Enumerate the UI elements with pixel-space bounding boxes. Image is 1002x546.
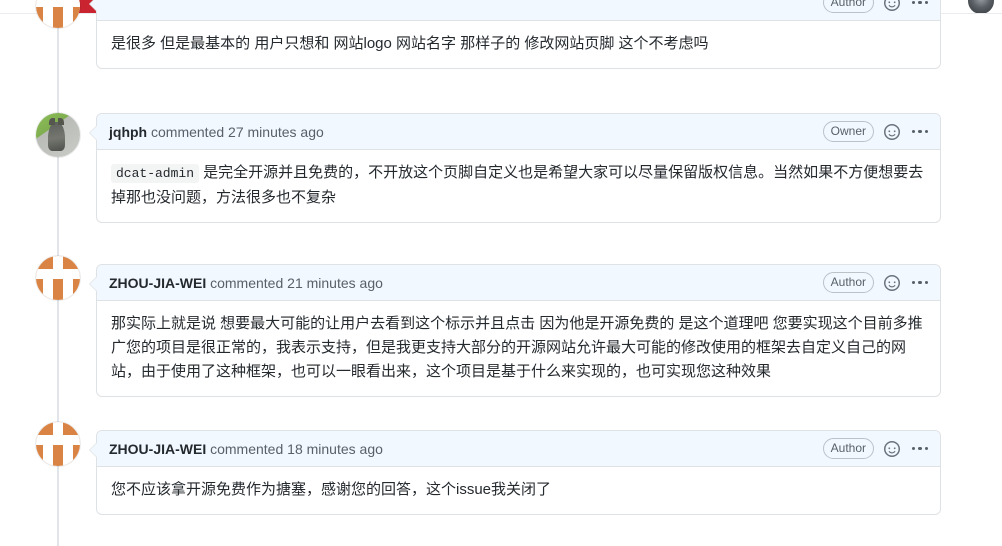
comment-body: 那实际上就是说 想要最大可能的让用户去看到这个标示并且点击 因为他是开源免费的 … [97, 301, 940, 396]
comment-header-actions: Owner [822, 121, 930, 142]
comment-body: 是很多 但是最基本的 用户只想和 网站logo 网站名字 那样子的 修改网站页脚… [97, 21, 940, 68]
comment-bubble: ZHOU-JIA-WEI commented 18 minutes ago Au… [89, 430, 941, 515]
comment-body: 您不应该拿开源免费作为搪塞，感谢您的回答，这个issue我关闭了 [97, 467, 940, 514]
comment-meta: jqhph commented 27 minutes ago [109, 125, 324, 139]
status-badge: Author [822, 0, 874, 13]
status-badge: Author [822, 272, 874, 293]
comment-text: 您不应该拿开源免费作为搪塞，感谢您的回答，这个issue我关闭了 [111, 481, 552, 498]
comment-text: 那实际上就是说 想要最大可能的让用户去看到这个标示并且点击 因为他是开源免费的 … [111, 315, 923, 380]
user-avatar-topbar[interactable] [968, 0, 994, 13]
inline-code: dcat-admin [111, 164, 200, 183]
smiley-icon[interactable] [883, 0, 901, 12]
comment-header-actions: Author [822, 0, 930, 13]
comment-verb: commented [210, 440, 284, 457]
kebab-menu-icon[interactable] [910, 274, 930, 292]
comment-author[interactable]: ZHOU-JIA-WEI [109, 275, 206, 291]
comment-bubble: Author 是很多 但是最基本的 用户只想和 网站logo 网站名字 那样子的… [89, 0, 941, 69]
issue-comments-page: ZHOU-JIA-WEI opened this issue 2 hours a… [0, 0, 1002, 546]
status-badge: Owner [822, 121, 874, 142]
comment-header: jqhph commented 27 minutes ago Owner [97, 114, 940, 150]
kebab-menu-icon[interactable] [910, 440, 930, 458]
comment-verb: commented [210, 274, 284, 291]
smiley-icon[interactable] [883, 274, 901, 292]
avatar[interactable] [36, 256, 80, 300]
avatar[interactable] [36, 422, 80, 466]
comment-timestamp[interactable]: 18 minutes ago [287, 441, 383, 457]
comment-header: Author [97, 0, 940, 21]
comment-text: dcat-admin 是完全开源并且免费的，不开放这个页脚自定义也是希望大家可以… [111, 161, 926, 210]
comment-timestamp[interactable]: 21 minutes ago [287, 275, 383, 291]
comment-header-actions: Author [822, 272, 930, 293]
comment-meta: ZHOU-JIA-WEI commented 21 minutes ago [109, 276, 383, 290]
comment-timestamp[interactable]: 27 minutes ago [228, 124, 324, 140]
comment-author[interactable]: ZHOU-JIA-WEI [109, 441, 206, 457]
comment-header: ZHOU-JIA-WEI commented 18 minutes ago Au… [97, 431, 940, 467]
comment-header: ZHOU-JIA-WEI commented 21 minutes ago Au… [97, 265, 940, 301]
comment-verb: commented [151, 123, 225, 140]
comment-author[interactable]: jqhph [109, 124, 147, 140]
smiley-icon[interactable] [883, 440, 901, 458]
comment-bubble: jqhph commented 27 minutes ago Owner dca… [89, 113, 941, 223]
comment-text: 是很多 但是最基本的 用户只想和 网站logo 网站名字 那样子的 修改网站页脚… [111, 35, 709, 52]
status-badge: Author [822, 438, 874, 459]
avatar[interactable] [36, 113, 80, 157]
kebab-menu-icon[interactable] [910, 123, 930, 141]
kebab-menu-icon[interactable] [910, 0, 930, 12]
comment-bubble: ZHOU-JIA-WEI commented 21 minutes ago Au… [89, 264, 941, 397]
avatar[interactable] [36, 0, 80, 28]
comment-header-actions: Author [822, 438, 930, 459]
smiley-icon[interactable] [883, 123, 901, 141]
comment-meta: ZHOU-JIA-WEI commented 18 minutes ago [109, 442, 383, 456]
comment-text-rest: 是完全开源并且免费的，不开放这个页脚自定义也是希望大家可以尽量保留版权信息。当然… [111, 164, 924, 206]
comment-body: dcat-admin 是完全开源并且免费的，不开放这个页脚自定义也是希望大家可以… [97, 150, 940, 222]
